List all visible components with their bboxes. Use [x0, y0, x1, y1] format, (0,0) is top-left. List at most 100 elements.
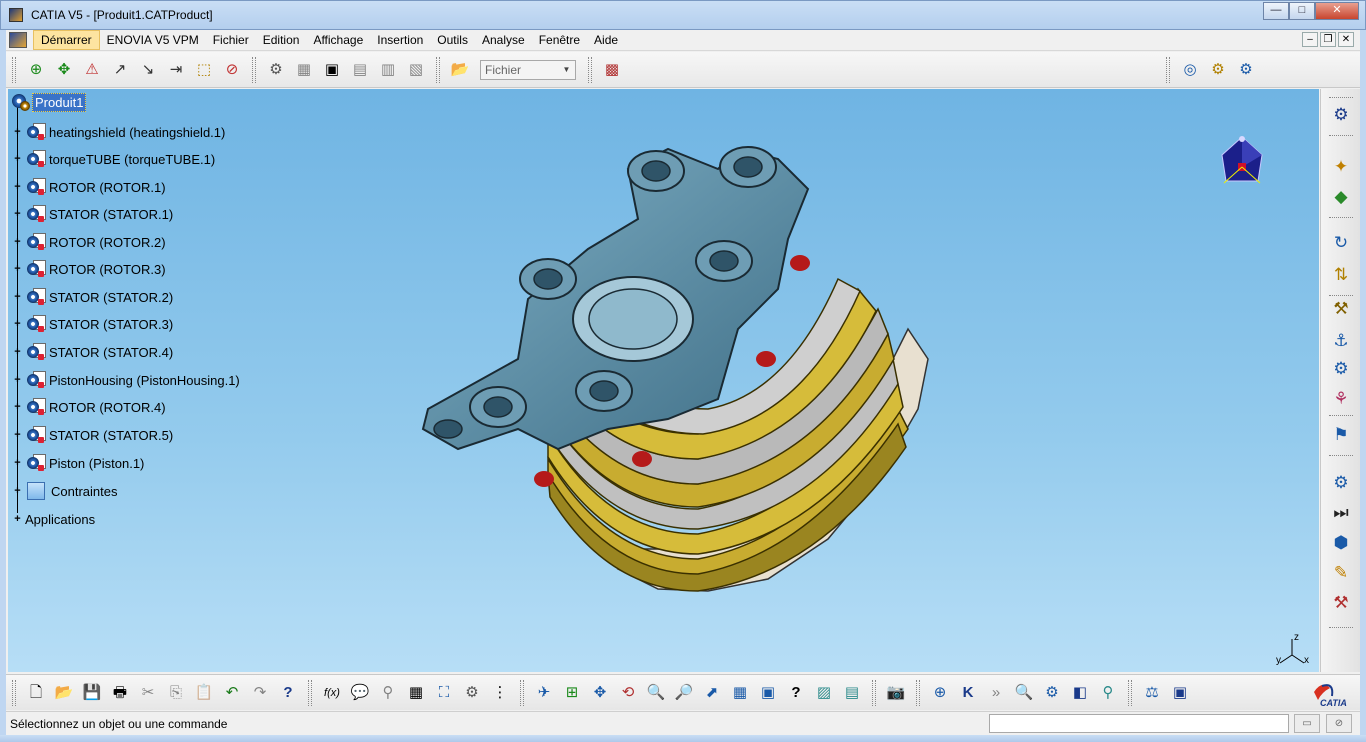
copy-icon[interactable]: ⎘: [165, 682, 187, 704]
save-icon[interactable]: 💾: [81, 682, 103, 704]
pan-icon[interactable]: ✥: [589, 682, 611, 704]
tree-item-label[interactable]: STATOR (STATOR.1): [47, 206, 175, 223]
minimize-button[interactable]: —: [1263, 2, 1289, 20]
help-icon[interactable]: ?: [277, 682, 299, 704]
flexible-icon[interactable]: ⇅: [1329, 263, 1353, 287]
snap-icon[interactable]: ◆: [1329, 185, 1353, 209]
3d-viewport[interactable]: Produit1 + heatingshield (heatingshield.…: [8, 89, 1319, 672]
rotate-icon[interactable]: ⟲: [617, 682, 639, 704]
previous-icon[interactable]: K: [957, 682, 979, 704]
hide-show-icon[interactable]: ▨: [813, 682, 835, 704]
mdi-restore-button[interactable]: ❐: [1320, 32, 1336, 47]
expand-icon[interactable]: +: [12, 153, 23, 165]
tree-item[interactable]: + ROTOR (ROTOR.4): [8, 396, 168, 418]
tree-item-label[interactable]: STATOR (STATOR.4): [47, 344, 175, 361]
tree-item-label[interactable]: ROTOR (ROTOR.2): [47, 234, 168, 251]
tree-root[interactable]: Produit1: [8, 92, 87, 112]
tree-item-label[interactable]: heatingshield (heatingshield.1): [47, 124, 227, 141]
mdi-close-button[interactable]: ✕: [1338, 32, 1354, 47]
replace-component-icon[interactable]: ▧: [405, 59, 427, 81]
tree-item[interactable]: + ROTOR (ROTOR.2): [8, 231, 168, 253]
next-icon[interactable]: »: [985, 682, 1007, 704]
coincidence-icon[interactable]: ↗: [109, 59, 131, 81]
toolbar-grip[interactable]: [872, 679, 876, 706]
explode-icon[interactable]: ✦: [1329, 155, 1353, 179]
expand-icon[interactable]: +: [12, 429, 23, 441]
undo-icon[interactable]: ↶: [221, 682, 243, 704]
menu-enovia[interactable]: ENOVIA V5 VPM: [100, 31, 206, 49]
cut-icon[interactable]: ✂: [137, 682, 159, 704]
design-table-icon[interactable]: ▦: [405, 682, 427, 704]
open-file-icon[interactable]: 📂: [53, 682, 75, 704]
angle-icon[interactable]: ⬚: [193, 59, 215, 81]
layer-icon[interactable]: ◧: [1069, 682, 1091, 704]
toolbar-grip[interactable]: [252, 56, 256, 83]
part-icon[interactable]: ▤: [349, 59, 371, 81]
tree-item-label[interactable]: STATOR (STATOR.3): [47, 316, 175, 333]
manipulate-icon[interactable]: ✥: [53, 59, 75, 81]
tree-item[interactable]: + heatingshield (heatingshield.1): [8, 121, 227, 143]
expand-icon[interactable]: +: [12, 291, 23, 303]
paste-icon[interactable]: 📋: [193, 682, 215, 704]
menu-edition[interactable]: Edition: [256, 31, 307, 49]
law-icon[interactable]: ⚲: [377, 682, 399, 704]
knowledge-icon[interactable]: ⚒: [1329, 591, 1353, 615]
mdi-minimize-button[interactable]: –: [1302, 32, 1318, 47]
refresh-icon[interactable]: ◎: [1179, 59, 1201, 81]
simulation-icon[interactable]: ⏭: [1329, 501, 1353, 525]
toolbar-grip[interactable]: [520, 679, 524, 706]
catia-app-icon[interactable]: [9, 8, 23, 22]
tree-item-label[interactable]: PistonHousing (PistonHousing.1): [47, 372, 242, 389]
tree-item-label[interactable]: ROTOR (ROTOR.3): [47, 261, 168, 278]
settings-icon[interactable]: ⚙: [1235, 59, 1257, 81]
measure-icon[interactable]: ⚘: [1329, 387, 1353, 411]
fix-icon[interactable]: ⊘: [221, 59, 243, 81]
zoom-out-icon[interactable]: 🔎: [673, 682, 695, 704]
menu-fichier[interactable]: Fichier: [206, 31, 256, 49]
existing-component-icon[interactable]: ▥: [377, 59, 399, 81]
tree-item[interactable]: + STATOR (STATOR.1): [8, 203, 175, 225]
comment-icon[interactable]: 💬: [349, 682, 371, 704]
tree-item-label[interactable]: ROTOR (ROTOR.4): [47, 399, 168, 416]
expand-icon[interactable]: +: [12, 236, 23, 248]
title-bar[interactable]: CATIA V5 - [Produit1.CATProduct] — □ ✕: [0, 0, 1366, 30]
hierarchy-icon[interactable]: ⛶: [433, 682, 455, 704]
anchor-icon[interactable]: ⚓: [1329, 329, 1353, 353]
render-style-icon[interactable]: ?: [785, 682, 807, 704]
menu-aide[interactable]: Aide: [587, 31, 625, 49]
expand-icon[interactable]: +: [12, 513, 23, 525]
scenes-icon[interactable]: ⚙: [1329, 471, 1353, 495]
tree-item[interactable]: + STATOR (STATOR.4): [8, 341, 175, 363]
catalog-browser-icon[interactable]: ⬢: [1329, 531, 1353, 555]
toolbar-grip[interactable]: [12, 679, 16, 706]
fichier-combo[interactable]: Fichier ▼: [480, 59, 576, 80]
tree-item-label[interactable]: STATOR (STATOR.2): [47, 289, 175, 306]
tree-item[interactable]: + STATOR (STATOR.2): [8, 286, 175, 308]
reorder-icon[interactable]: ↻: [1329, 231, 1353, 255]
annotation-icon[interactable]: ⚑: [1329, 423, 1353, 447]
toolbar-grip[interactable]: [12, 56, 16, 83]
toolbar-grip[interactable]: [916, 679, 920, 706]
expand-icon[interactable]: +: [12, 263, 23, 275]
multi-view-icon[interactable]: ▦: [729, 682, 751, 704]
catalog-icon[interactable]: ⚙: [1207, 59, 1229, 81]
tree-item-label[interactable]: Piston (Piston.1): [47, 455, 146, 472]
menu-analyse[interactable]: Analyse: [475, 31, 532, 49]
tree-root-label[interactable]: Produit1: [32, 92, 87, 112]
command-input[interactable]: [989, 714, 1289, 733]
expand-icon[interactable]: +: [12, 346, 23, 358]
update-icon[interactable]: ⚙: [265, 59, 287, 81]
tree-item[interactable]: + ROTOR (ROTOR.3): [8, 258, 168, 280]
expand-icon[interactable]: +: [12, 181, 23, 193]
tree-item[interactable]: + Piston (Piston.1): [8, 452, 146, 474]
contact-icon[interactable]: ↘: [137, 59, 159, 81]
menu-demarrer[interactable]: Démarrer: [33, 30, 100, 50]
expand-icon[interactable]: +: [12, 457, 23, 469]
swap-space-icon[interactable]: ▤: [841, 682, 863, 704]
filter-icon[interactable]: ⚙: [1041, 682, 1063, 704]
status-button-2[interactable]: ⊘: [1326, 714, 1352, 733]
tree-item[interactable]: + torqueTUBE (torqueTUBE.1): [8, 148, 217, 170]
component-icon[interactable]: ▣: [321, 59, 343, 81]
tree-item[interactable]: + STATOR (STATOR.5): [8, 424, 175, 446]
tree-item[interactable]: + ROTOR (ROTOR.1): [8, 176, 168, 198]
